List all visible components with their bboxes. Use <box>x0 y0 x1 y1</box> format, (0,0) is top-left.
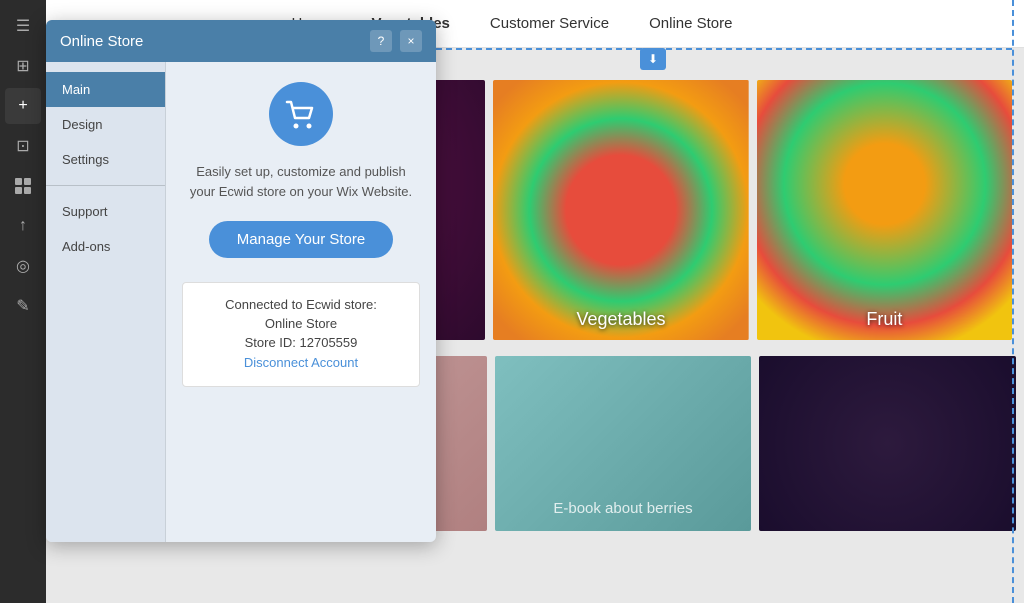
cell-blackberries <box>759 356 1016 531</box>
sidebar-icon-menu[interactable]: ☰ <box>5 8 41 44</box>
vegetables-label: Vegetables <box>576 309 665 330</box>
download-button[interactable]: ⬇ <box>640 48 666 70</box>
fruit-bg <box>757 80 1012 340</box>
panel-content: Easily set up, customize and publish you… <box>166 62 436 542</box>
fruit-label: Fruit <box>866 309 902 330</box>
manage-store-button[interactable]: Manage Your Store <box>209 221 393 258</box>
panel-header-actions: ? × <box>370 30 422 52</box>
nav-addons[interactable]: Add-ons <box>46 229 165 264</box>
sidebar-icon-pages[interactable]: ⊡ <box>5 128 41 164</box>
cart-icon <box>283 96 319 132</box>
nav-settings[interactable]: Settings <box>46 142 165 177</box>
sidebar-icon-grid[interactable]: ⊞ <box>5 48 41 84</box>
disconnect-account-link[interactable]: Disconnect Account <box>244 355 358 370</box>
image-vegetables: Vegetables <box>493 80 748 340</box>
panel-header: Online Store ? × <box>46 20 436 62</box>
nav-online-store[interactable]: Online Store <box>649 15 732 32</box>
download-indicator: ⬇ <box>640 48 666 70</box>
sidebar-icon-add[interactable]: + <box>5 88 41 124</box>
right-dashed-border <box>1012 0 1024 603</box>
nav-support[interactable]: Support <box>46 194 165 229</box>
store-info-box: Connected to Ecwid store: Online Store S… <box>182 282 420 387</box>
sidebar-icon-blog[interactable]: ✎ <box>5 288 41 324</box>
panel-description: Easily set up, customize and publish you… <box>182 162 420 201</box>
panel-close-button[interactable]: × <box>400 30 422 52</box>
nav-design[interactable]: Design <box>46 107 165 142</box>
image-fruit: Fruit <box>757 80 1012 340</box>
plugin-panel: Online Store ? × Main Design Settings Su… <box>46 20 436 542</box>
panel-help-button[interactable]: ? <box>370 30 392 52</box>
nav-customer-service[interactable]: Customer Service <box>490 15 609 32</box>
panel-nav: Main Design Settings Support Add-ons <box>46 62 166 542</box>
ecwid-icon <box>269 82 333 146</box>
store-name: Online Store <box>203 316 399 331</box>
vegetables-bg <box>493 80 748 340</box>
editor-sidebar: ☰ ⊞ + ⊡ ↑ ◎ ✎ <box>0 0 46 603</box>
panel-title: Online Store <box>60 33 143 50</box>
ebook-label: E-book about berries <box>553 500 692 517</box>
nav-main[interactable]: Main <box>46 72 165 107</box>
sidebar-icon-circle[interactable]: ◎ <box>5 248 41 284</box>
sidebar-icon-apps[interactable] <box>5 168 41 204</box>
cell-ebook: E-book about berries <box>495 356 752 531</box>
store-id: Store ID: 12705559 <box>203 335 399 350</box>
panel-body: Main Design Settings Support Add-ons Eas… <box>46 62 436 542</box>
sidebar-icon-upload[interactable]: ↑ <box>5 208 41 244</box>
nav-divider <box>46 185 165 186</box>
connected-text: Connected to Ecwid store: <box>203 297 399 312</box>
